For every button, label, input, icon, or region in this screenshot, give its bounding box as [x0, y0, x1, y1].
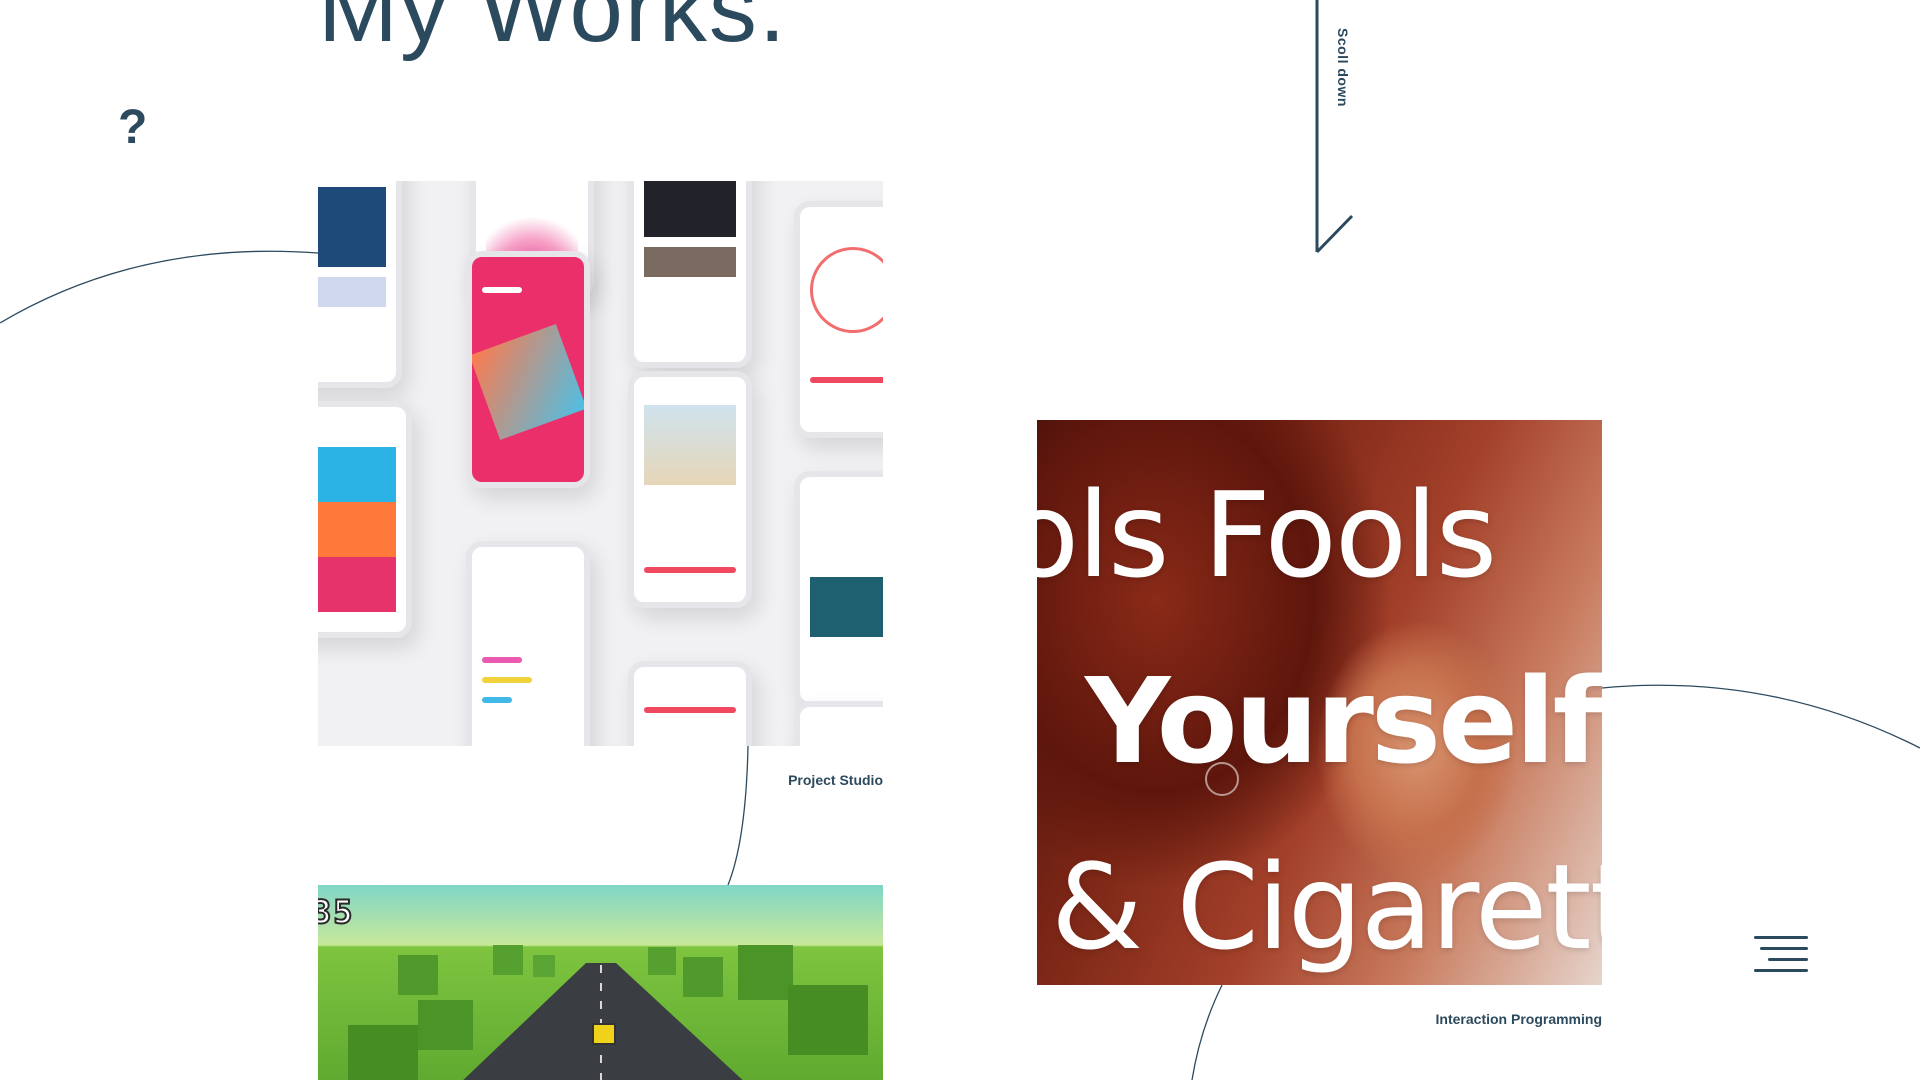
page: My Works. ? Scoll down Project Studio ol…	[0, 0, 1920, 1080]
game-score: 35	[318, 892, 355, 932]
work-card-interaction-programming[interactable]: ols Fools Yourself & Cigarett	[1037, 420, 1602, 985]
work-caption-interaction-programming[interactable]: Interaction Programming	[1436, 1011, 1602, 1027]
player-car	[592, 1023, 616, 1045]
hamburger-icon	[1754, 936, 1808, 939]
work-card-racing-game[interactable]: 35	[318, 885, 883, 1080]
work-card-project-studio[interactable]	[318, 181, 883, 746]
page-title: My Works.	[318, 0, 788, 62]
cursor-ring-icon	[1205, 762, 1239, 796]
help-button[interactable]: ?	[118, 100, 147, 155]
work-caption-project-studio[interactable]: Project Studio	[788, 772, 883, 788]
background-curves	[0, 250, 1920, 1080]
scroll-down-label: Scoll down	[1335, 28, 1351, 107]
racing-game-scene	[348, 945, 868, 1080]
menu-button[interactable]	[1750, 934, 1808, 974]
overlay-text-line-1: ols Fools	[1037, 466, 1497, 604]
overlay-text-line-2: Yourself	[1085, 652, 1602, 790]
overlay-text-line-3: & Cigarett	[1051, 838, 1602, 976]
